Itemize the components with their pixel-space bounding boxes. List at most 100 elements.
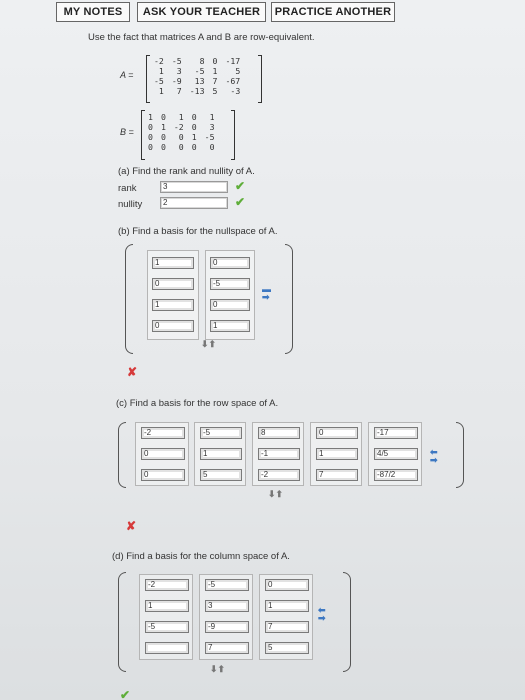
set-left-brace — [125, 244, 133, 354]
vector-entry-input[interactable]: 5 — [265, 642, 309, 654]
vector-entry-input[interactable]: -87/2 — [374, 469, 418, 481]
vector-entry-input[interactable]: 0 — [141, 469, 185, 481]
matrix-cell: 8 — [199, 56, 205, 66]
problem-prompt: Use the fact that matrices A and B are r… — [88, 32, 315, 43]
vector-entry-input[interactable]: 0 — [210, 257, 250, 269]
my-notes-button[interactable]: MY NOTES — [56, 2, 130, 22]
matrix-a-row: -2 -5 8 0 -17 — [150, 56, 244, 66]
practice-another-button[interactable]: PRACTICE ANOTHER — [271, 2, 395, 22]
vector-entry-input[interactable]: -9 — [205, 621, 249, 633]
matrix-cell: -5 — [171, 56, 182, 66]
matrix-cell: 0 — [148, 132, 153, 142]
matrix-b: 1 0 1 0 1 0 1 -2 0 3 0 0 0 1 -5 0 0 0 0 … — [144, 112, 219, 152]
matrix-cell: -2 — [154, 56, 164, 66]
ask-your-teacher-button[interactable]: ASK YOUR TEACHER — [137, 2, 266, 22]
matrix-cell: 0 — [160, 132, 166, 142]
matrix-cell: 1 — [158, 86, 164, 96]
matrix-cell: -9 — [171, 76, 182, 86]
set-right-brace — [343, 572, 351, 672]
vector-entry-input[interactable]: 4/5 — [374, 448, 418, 460]
matrix-cell: 1 — [212, 66, 218, 76]
nullity-correct-check-icon: ✔ — [235, 195, 246, 209]
part-d-correct-check-icon: ✔ — [120, 688, 131, 700]
vector-entry-input[interactable]: 1 — [152, 257, 194, 269]
matrix-cell: -3 — [230, 86, 241, 96]
add-remove-entry-control-icon[interactable]: ⬇⬆ — [210, 665, 225, 674]
matrix-cell: 1 — [148, 112, 153, 122]
matrix-cell: 7 — [176, 86, 182, 96]
set-right-brace — [456, 422, 464, 488]
vector-entry-input[interactable]: 5 — [200, 469, 242, 481]
vector-entry-input[interactable]: -5 — [205, 579, 249, 591]
row-space-vector-1: -2 0 0 — [135, 422, 189, 486]
matrix-b-row: 1 0 1 0 1 — [144, 112, 219, 122]
vector-entry-input[interactable] — [145, 642, 189, 654]
matrix-cell: 0 — [191, 142, 197, 152]
vector-entry-input[interactable]: 0 — [141, 448, 185, 460]
vector-entry-input[interactable]: -1 — [258, 448, 300, 460]
vector-entry-input[interactable]: 8 — [258, 427, 300, 439]
rank-label: rank — [118, 183, 137, 194]
matrix-cell: 1 — [191, 132, 197, 142]
matrix-cell: 0 — [160, 142, 166, 152]
vector-entry-input[interactable]: 1 — [145, 600, 189, 612]
vector-entry-input[interactable]: 0 — [152, 278, 194, 290]
vector-entry-input[interactable]: -2 — [141, 427, 185, 439]
vector-entry-input[interactable]: 0 — [316, 427, 358, 439]
matrix-cell: 0 — [191, 122, 197, 132]
row-space-vector-2: -5 1 5 — [194, 422, 246, 486]
nullity-input[interactable]: 2 — [160, 197, 228, 209]
matrix-cell: 0 — [212, 56, 218, 66]
matrix-cell: 0 — [178, 132, 184, 142]
vector-entry-input[interactable]: 0 — [152, 320, 194, 332]
matrix-a-label: A = — [120, 70, 134, 80]
matrix-cell: 3 — [209, 122, 215, 132]
nullity-label: nullity — [118, 199, 143, 210]
vector-entry-input[interactable]: -5 — [200, 427, 242, 439]
rank-input[interactable]: 3 — [160, 181, 228, 193]
add-remove-entry-control-icon[interactable]: ⬇⬆ — [268, 490, 283, 499]
vector-entry-input[interactable]: -5 — [210, 278, 250, 290]
matrix-a: -2 -5 8 0 -17 1 3 -5 1 5 -5 -9 13 7 -67 … — [150, 56, 244, 96]
vector-entry-input[interactable]: 0 — [265, 579, 309, 591]
add-remove-vector-control-icon[interactable]: ⬅ ➡ — [318, 606, 326, 623]
matrix-cell: -67 — [225, 76, 241, 86]
vector-entry-input[interactable]: 0 — [210, 299, 250, 311]
vector-entry-input[interactable]: 1 — [210, 320, 250, 332]
matrix-a-right-bracket — [258, 55, 262, 103]
column-space-vector-3: 0 1 7 5 — [259, 574, 313, 660]
vector-entry-input[interactable]: 1 — [200, 448, 242, 460]
part-b-incorrect-x-icon: ✘ — [127, 365, 138, 379]
vector-entry-input[interactable]: -2 — [258, 469, 300, 481]
vector-entry-input[interactable]: -5 — [145, 621, 189, 633]
nullspace-vector-2: 0 -5 0 1 — [205, 250, 255, 340]
part-d-question: (d) Find a basis for the column space of… — [112, 551, 290, 562]
vector-entry-input[interactable]: 1 — [316, 448, 358, 460]
vector-entry-input[interactable]: 7 — [316, 469, 358, 481]
add-remove-vector-control-icon[interactable]: ⬅ ➡ — [430, 448, 438, 465]
vector-entry-input[interactable]: 7 — [265, 621, 309, 633]
vector-entry-input[interactable]: 1 — [152, 299, 194, 311]
matrix-cell: -2 — [173, 122, 184, 132]
matrix-a-row: 1 3 -5 1 5 — [150, 66, 244, 76]
column-space-vector-1: -2 1 -5 — [139, 574, 193, 660]
set-left-brace — [118, 422, 126, 488]
add-remove-vector-control-icon[interactable]: ▬ ➡ — [262, 285, 271, 302]
row-space-vector-5: -17 4/5 -87/2 — [368, 422, 422, 486]
vector-entry-input[interactable]: -2 — [145, 579, 189, 591]
matrix-cell: 0 — [209, 142, 215, 152]
matrix-cell: -5 — [194, 66, 205, 76]
vector-entry-input[interactable]: 1 — [265, 600, 309, 612]
vector-entry-input[interactable]: -17 — [374, 427, 418, 439]
matrix-cell: 0 — [148, 142, 153, 152]
add-remove-entry-control-icon[interactable]: ⬇⬆ — [201, 340, 216, 349]
row-space-vector-4: 0 1 7 — [310, 422, 362, 486]
vector-entry-input[interactable]: 7 — [205, 642, 249, 654]
column-space-vector-2: -5 3 -9 7 — [199, 574, 253, 660]
matrix-cell: -5 — [204, 132, 215, 142]
vector-entry-input[interactable]: 3 — [205, 600, 249, 612]
part-b-question: (b) Find a basis for the nullspace of A. — [118, 226, 278, 237]
matrix-cell: 7 — [212, 76, 218, 86]
matrix-cell: 13 — [194, 76, 205, 86]
matrix-cell: 1 — [160, 122, 166, 132]
